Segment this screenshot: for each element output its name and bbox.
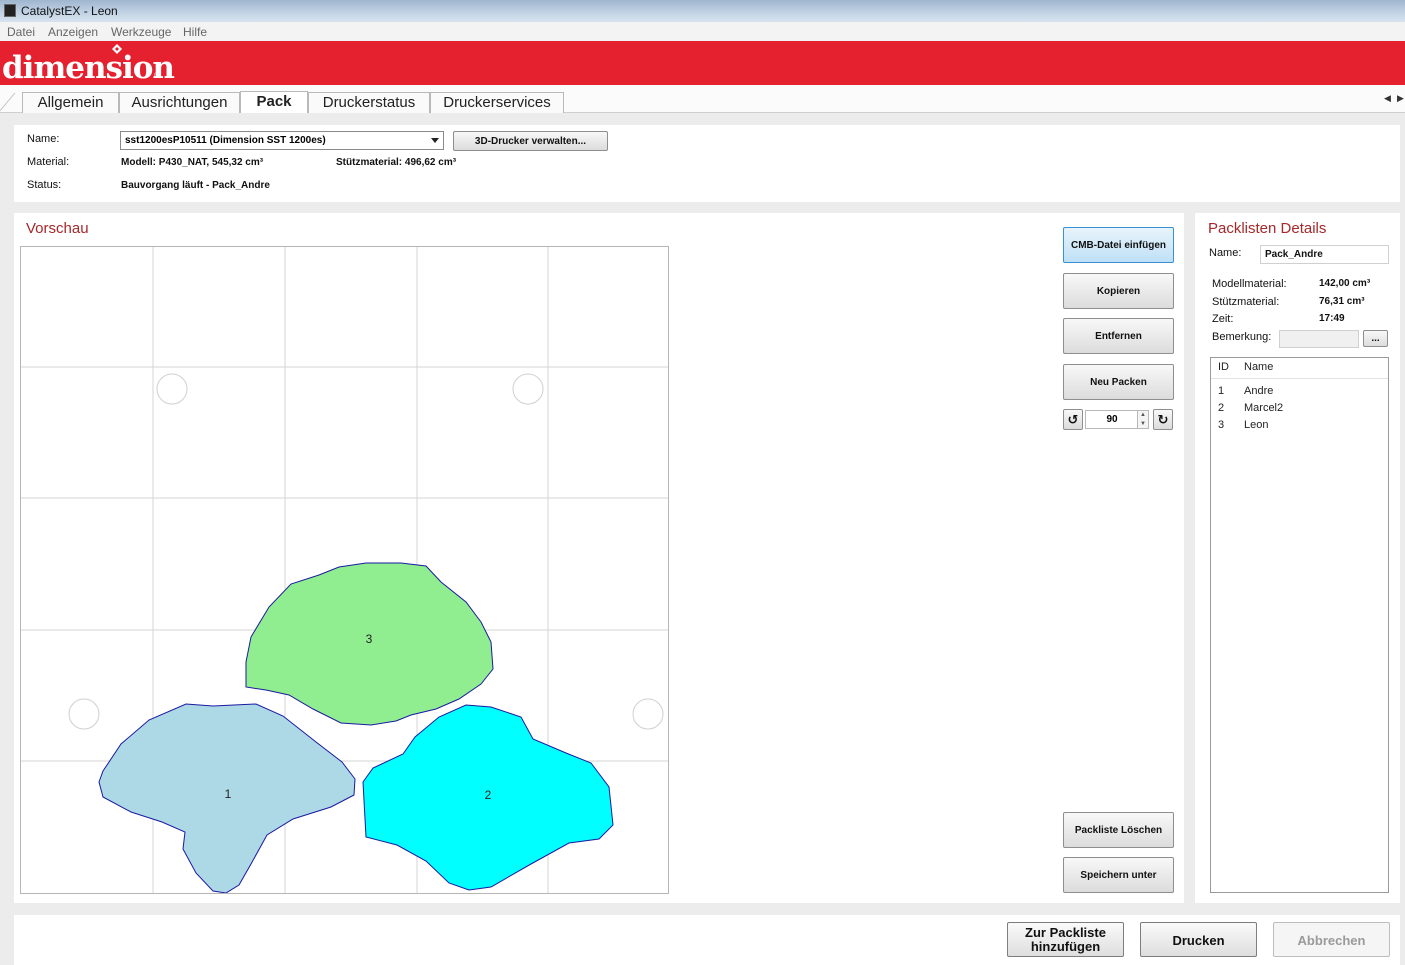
print-button[interactable]: Drucken <box>1140 922 1257 957</box>
chevron-down-icon <box>431 138 439 143</box>
tab-strip: Allgemein Ausrichtungen Pack Druckerstat… <box>0 85 1405 113</box>
tab-pack[interactable]: Pack <box>240 91 308 113</box>
part-3-label: 3 <box>366 632 373 646</box>
menu-hilfe[interactable]: Hilfe <box>183 25 207 39</box>
column-name[interactable]: Name <box>1244 361 1273 373</box>
tab-druckerstatus[interactable]: Druckerstatus <box>308 92 430 113</box>
plate-marker <box>156 373 188 405</box>
tab-allgemein[interactable]: Allgemein <box>22 92 119 113</box>
delete-packlist-button[interactable]: Packliste Löschen <box>1063 812 1174 848</box>
build-plate-canvas: 1 2 3 <box>21 247 668 894</box>
model-material-label: Modellmaterial: <box>1212 278 1287 290</box>
menu-anzeigen[interactable]: Anzeigen <box>48 25 98 39</box>
menu-werkzeuge[interactable]: Werkzeuge <box>111 25 171 39</box>
status-value: Bauvorgang läuft - Pack_Andre <box>121 180 270 191</box>
save-as-button[interactable]: Speichern unter <box>1063 857 1174 893</box>
part-1-label: 1 <box>225 787 232 801</box>
tab-ausrichtungen[interactable]: Ausrichtungen <box>119 92 240 113</box>
remark-browse-button[interactable]: ... <box>1363 330 1388 347</box>
preview-title: Vorschau <box>26 220 89 237</box>
list-item[interactable]: 2 Marcel2 <box>1211 399 1388 416</box>
remove-button[interactable]: Entfernen <box>1063 318 1174 354</box>
printer-info-panel: Name: sst1200esP10511 (Dimension SST 120… <box>14 125 1400 202</box>
cancel-button[interactable]: Abbrechen <box>1273 922 1390 957</box>
printer-select[interactable]: sst1200esP10511 (Dimension SST 1200es) <box>120 131 444 150</box>
window-title-bar: CatalystEX - Leon <box>0 0 1405 22</box>
part-2-label: 2 <box>485 788 492 802</box>
remark-label: Bemerkung: <box>1212 331 1272 343</box>
rotation-input[interactable]: 90 <box>1085 410 1139 429</box>
model-material-value: Modell: P430_NAT, 545,32 cm³ <box>121 157 264 168</box>
packlist-details-panel: Packlisten Details Name: Pack_Andre Mode… <box>1195 213 1400 903</box>
packlist-parts-list[interactable]: ID Name 1 Andre 2 Marcel2 3 Leon <box>1210 357 1389 893</box>
manage-printers-button[interactable]: 3D-Drucker verwalten... <box>453 131 608 151</box>
printer-name-label: Name: <box>27 133 60 145</box>
add-to-packlist-button[interactable]: Zur Packliste hinzufügen <box>1007 922 1124 957</box>
bottom-action-bar: Zur Packliste hinzufügen Drucken Abbrech… <box>14 915 1400 965</box>
tab-scroll-right-icon[interactable]: ▶ <box>1397 93 1404 104</box>
rotation-spinner[interactable]: ▲ ▼ <box>1137 410 1149 429</box>
support-material-value: Stützmaterial: 496,62 cm³ <box>336 157 457 168</box>
packlist-name-label: Name: <box>1209 247 1242 259</box>
tab-scroll-left-icon[interactable]: ◀ <box>1384 93 1391 104</box>
rotate-left-icon[interactable]: ↺ <box>1063 409 1083 430</box>
status-label: Status: <box>27 179 62 191</box>
menu-datei[interactable]: Datei <box>7 25 35 39</box>
plate-marker <box>512 373 544 405</box>
column-id[interactable]: ID <box>1218 361 1229 373</box>
plate-marker <box>68 698 100 730</box>
logo-diamond-icon <box>112 44 122 54</box>
list-header: ID Name <box>1211 358 1388 379</box>
window-title: CatalystEX - Leon <box>21 4 118 18</box>
list-item[interactable]: 3 Leon <box>1211 416 1388 433</box>
remark-field[interactable] <box>1279 330 1359 348</box>
insert-cmb-button[interactable]: CMB-Datei einfügen <box>1063 227 1174 263</box>
support-material-label: Stützmaterial: <box>1212 296 1280 308</box>
time-value: 17:49 <box>1319 313 1345 324</box>
tab-druckerservices[interactable]: Druckerservices <box>430 92 564 113</box>
model-material-amount: 142,00 cm³ <box>1319 278 1371 289</box>
plate-marker <box>632 698 664 730</box>
support-material-amount: 76,31 cm³ <box>1319 296 1365 307</box>
app-icon <box>4 4 16 17</box>
packlist-name-field[interactable]: Pack_Andre <box>1260 245 1389 264</box>
menu-bar: Datei Anzeigen Werkzeuge Hilfe <box>0 22 1405 41</box>
build-plate-preview[interactable]: 1 2 3 <box>20 246 669 894</box>
details-title: Packlisten Details <box>1208 220 1327 237</box>
rotate-right-icon[interactable]: ↻ <box>1153 409 1173 430</box>
pack-main-panel: Vorschau 1 2 3 CMB-Datei einfügen Kopier… <box>14 213 1184 903</box>
list-item[interactable]: 1 Andre <box>1211 382 1388 399</box>
copy-button[interactable]: Kopieren <box>1063 273 1174 309</box>
time-label: Zeit: <box>1212 313 1234 325</box>
dimension-logo: dimension ® <box>2 44 175 86</box>
brand-banner: dimension ® <box>0 41 1405 86</box>
repack-button[interactable]: Neu Packen <box>1063 364 1174 400</box>
material-label: Material: <box>27 156 70 168</box>
